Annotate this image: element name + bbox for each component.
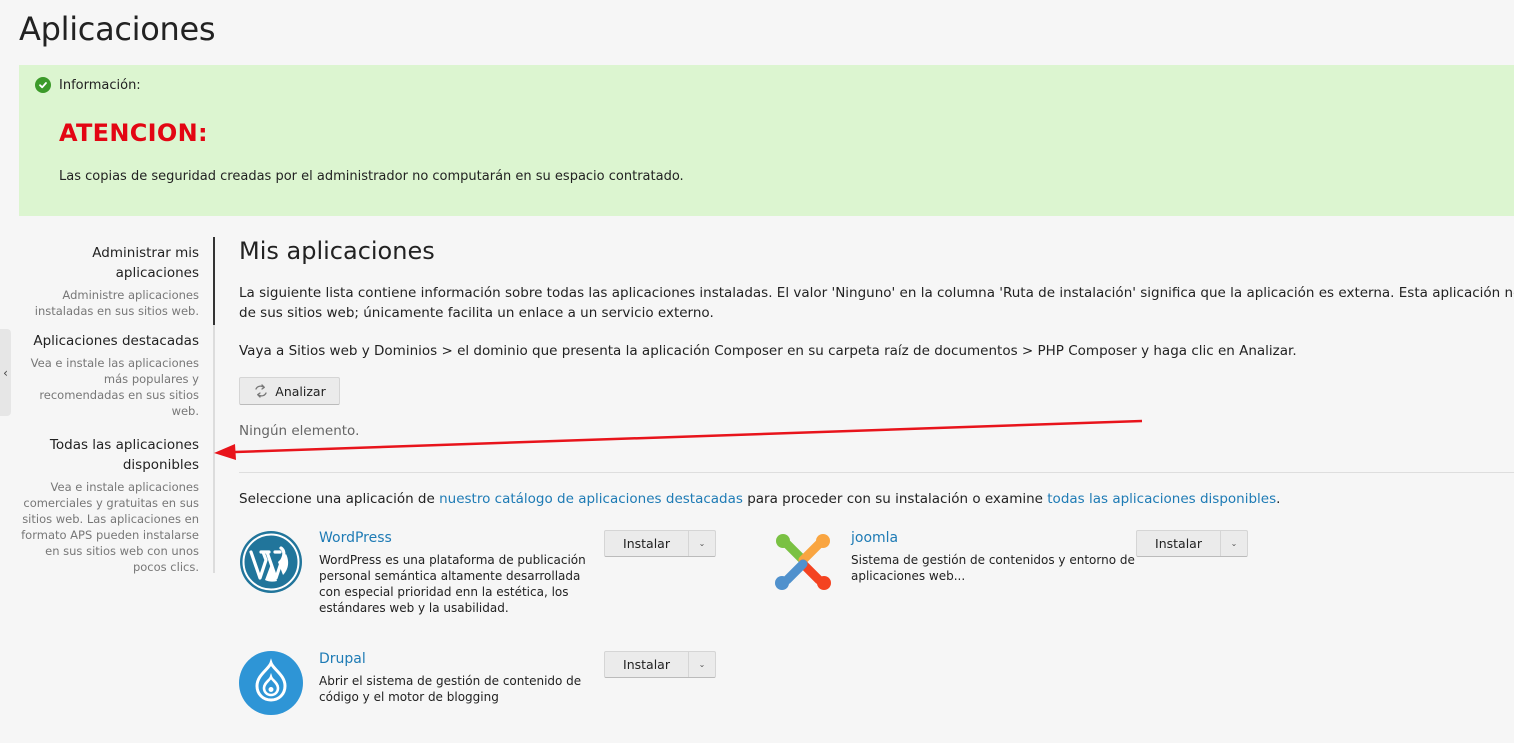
install-dropdown-toggle[interactable]: ⌄: [689, 652, 715, 677]
install-dropdown-toggle[interactable]: ⌄: [1221, 531, 1247, 556]
sidebar-item-description: Administre aplicaciones instaladas en su…: [34, 288, 199, 318]
sidebar-item-description: Vea e instale las aplicaciones más popul…: [30, 356, 199, 418]
section-description: La siguiente lista contiene información …: [239, 283, 1514, 323]
sidebar-item-title: Administrar mis aplicaciones: [92, 245, 199, 281]
sidebar-collapse-button[interactable]: ‹: [0, 329, 11, 416]
featured-catalog-link[interactable]: nuestro catálogo de aplicaciones destaca…: [439, 491, 743, 507]
install-split-button: Instalar ⌄: [604, 651, 716, 678]
main-content: Mis aplicaciones La siguiente lista cont…: [239, 237, 1514, 715]
drupal-logo-icon: [239, 651, 303, 715]
app-description: Sistema de gestión de contenidos y entor…: [851, 553, 1135, 583]
sidebar-item-all-apps[interactable]: Todas las aplicaciones disponibles Vea e…: [20, 429, 215, 574]
analyze-button[interactable]: Analizar: [239, 377, 340, 405]
all-apps-link[interactable]: todas las aplicaciones disponibles: [1047, 491, 1276, 507]
app-name-link[interactable]: joomla: [851, 530, 898, 546]
catalog-text-prefix: Seleccione una aplicación de: [239, 491, 440, 507]
section-divider: [239, 472, 1514, 473]
catalog-text-suffix: .: [1276, 491, 1281, 507]
chevron-down-icon: ⌄: [1230, 539, 1238, 548]
refresh-icon: [255, 384, 267, 398]
info-attention-heading: ATENCION:: [59, 119, 208, 147]
install-button[interactable]: Instalar: [1137, 531, 1221, 556]
chevron-down-icon: ⌄: [698, 539, 706, 548]
app-name-link[interactable]: Drupal: [319, 651, 366, 667]
app-description: WordPress es una plataforma de publicaci…: [319, 553, 586, 615]
composer-instructions: Vaya a Sitios web y Dominios > el domini…: [239, 343, 1297, 359]
sidebar: Administrar mis aplicaciones Administre …: [20, 237, 215, 574]
info-header: Información:: [35, 77, 141, 93]
install-dropdown-toggle[interactable]: ⌄: [689, 531, 715, 556]
check-circle-icon: [35, 77, 51, 93]
section-title: Mis aplicaciones: [239, 237, 435, 265]
joomla-logo-icon: [775, 534, 831, 590]
sidebar-item-featured-apps[interactable]: Aplicaciones destacadas Vea e instale la…: [20, 325, 215, 429]
install-split-button: Instalar ⌄: [604, 530, 716, 557]
catalog-paragraph: Seleccione una aplicación de nuestro cat…: [239, 491, 1280, 507]
description-line: La siguiente lista contiene información …: [239, 285, 1514, 301]
info-message-box: Información: ATENCION: Las copias de seg…: [19, 65, 1514, 216]
info-header-label: Información:: [59, 77, 141, 93]
app-name-link[interactable]: WordPress: [319, 530, 392, 546]
install-split-button: Instalar ⌄: [1136, 530, 1248, 557]
sidebar-item-description: Vea e instale aplicaciones comerciales y…: [21, 480, 199, 574]
app-description: Abrir el sistema de gestión de contenido…: [319, 674, 582, 704]
sidebar-item-title: Todas las aplicaciones disponibles: [49, 437, 199, 473]
page-title: Aplicaciones: [19, 10, 216, 48]
analyze-button-label: Analizar: [275, 383, 326, 399]
chevron-down-icon: ⌄: [698, 660, 706, 669]
description-line: de sus sitios web; únicamente facilita u…: [239, 305, 714, 321]
sidebar-item-manage-apps[interactable]: Administrar mis aplicaciones Administre …: [20, 237, 215, 325]
sidebar-item-title: Aplicaciones destacadas: [33, 333, 199, 349]
app-card-joomla: joomla Sistema de gestión de contenidos …: [771, 530, 1251, 620]
chevron-left-icon: ‹: [3, 365, 8, 380]
app-card-drupal: Drupal Abrir el sistema de gestión de co…: [239, 651, 719, 721]
info-message-text: Las copias de seguridad creadas por el a…: [59, 169, 684, 184]
catalog-text-middle: para proceder con su instalación o exami…: [742, 491, 1048, 507]
app-card-wordpress: WordPress WordPress es una plataforma de…: [239, 530, 719, 620]
wordpress-logo-icon: [240, 531, 302, 593]
install-button[interactable]: Instalar: [605, 652, 689, 677]
empty-list-text: Ningún elemento.: [239, 423, 360, 439]
install-button[interactable]: Instalar: [605, 531, 689, 556]
